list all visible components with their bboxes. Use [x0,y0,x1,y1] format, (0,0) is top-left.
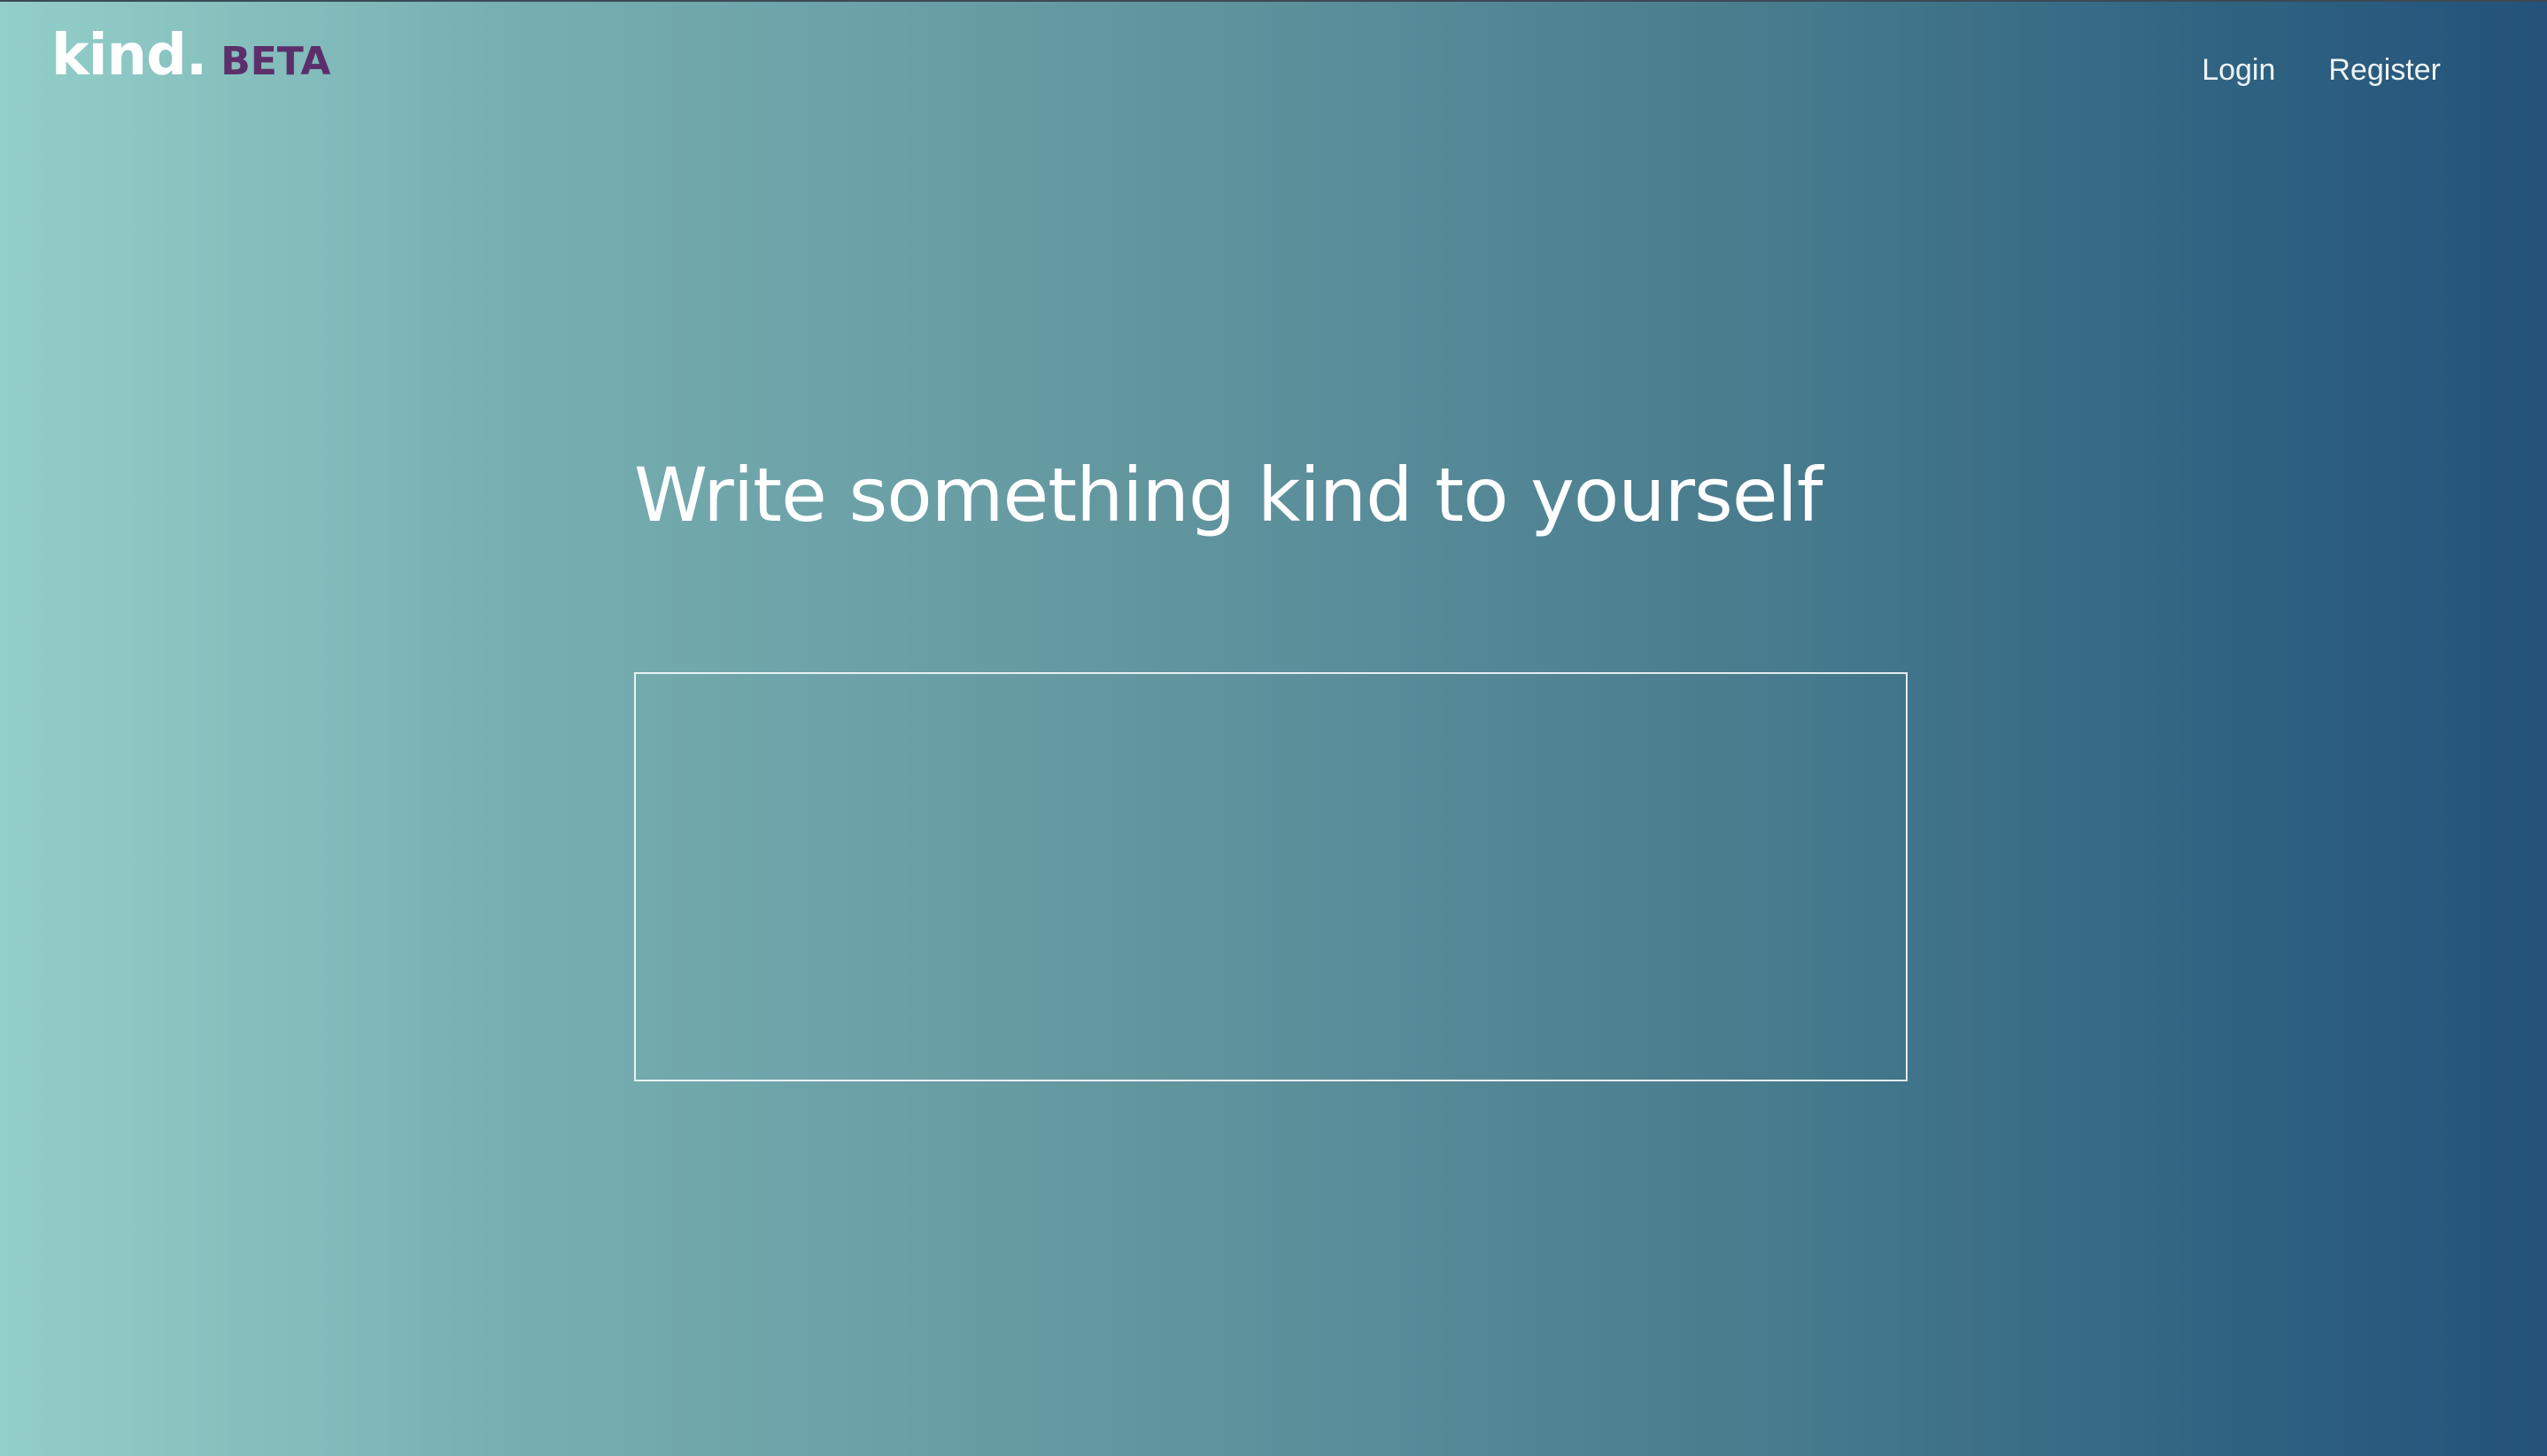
kind-message-input[interactable] [634,672,1908,1081]
top-border [0,0,2547,2]
logo-wordmark: kind. [51,23,207,89]
beta-badge: BETA [221,39,331,84]
register-link[interactable]: Register [2328,53,2441,88]
logo[interactable]: kind. BETA [51,23,330,89]
login-link[interactable]: Login [2202,53,2275,88]
top-nav: Login Register [2202,53,2441,88]
page-title: Write something kind to yourself [634,452,1823,538]
